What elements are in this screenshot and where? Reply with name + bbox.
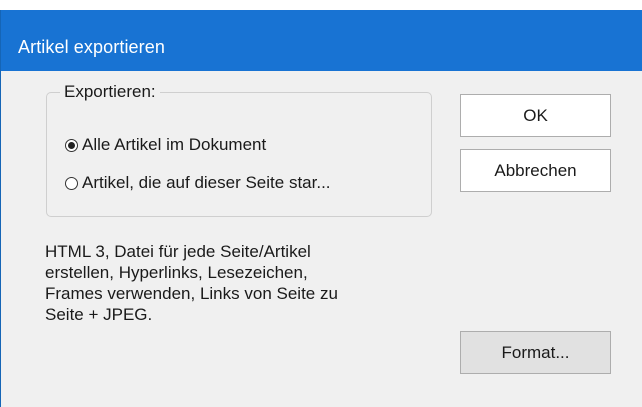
description-line: Frames verwenden, Links von Seite zu [45,284,338,303]
radio-dot-icon [68,141,75,149]
description-line: erstellen, Hyperlinks, Lesezeichen, [45,263,308,282]
description-line: Seite + JPEG. [45,305,153,324]
radio-all-articles-label[interactable]: Alle Artikel im Dokument [82,135,266,155]
export-format-description: HTML 3, Datei für jede Seite/Artikel ers… [45,241,405,325]
ok-button[interactable]: OK [460,94,611,137]
description-line: HTML 3, Datei für jede Seite/Artikel [45,242,311,261]
radio-articles-on-page[interactable]: Artikel, die auf dieser Seite star... [65,172,331,194]
dialog-title: Artikel exportieren [18,37,165,57]
export-group-legend: Exportieren: [60,82,160,102]
radio-articles-on-page-label[interactable]: Artikel, die auf dieser Seite star... [82,173,331,193]
format-button[interactable]: Format... [460,331,611,374]
radio-button-unselected-icon[interactable] [65,176,78,190]
screen: Artikel exportieren Exportieren: Alle Ar… [0,0,642,407]
radio-button-selected-icon[interactable] [65,138,78,152]
dialog-titlebar[interactable]: Artikel exportieren [1,10,642,71]
radio-all-articles[interactable]: Alle Artikel im Dokument [65,134,266,156]
cancel-button[interactable]: Abbrechen [460,149,611,192]
